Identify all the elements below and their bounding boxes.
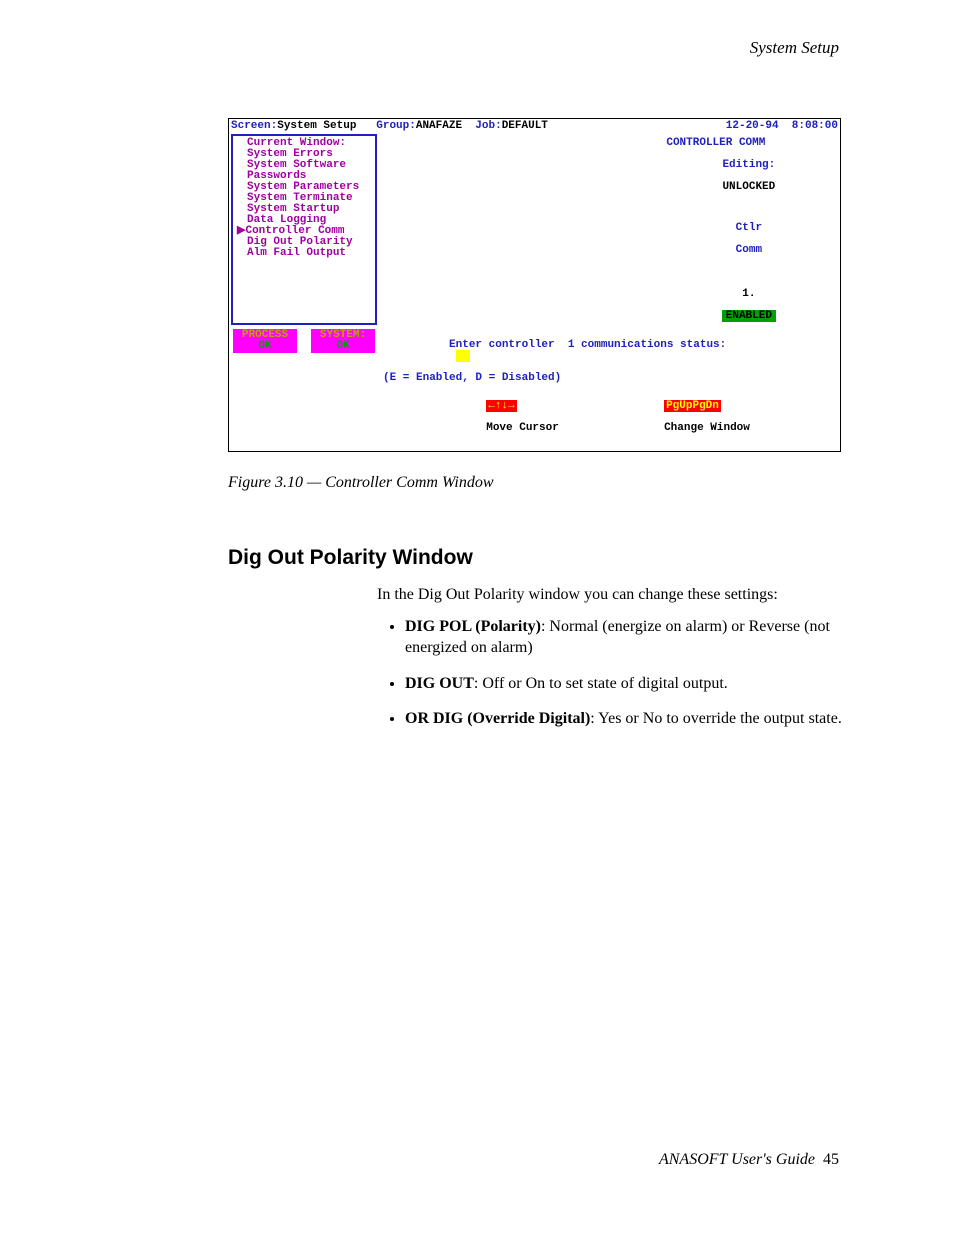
page-keys-label: Change Window [664, 422, 750, 434]
list-item: DIG POL (Polarity): Normal (energize on … [405, 616, 855, 659]
arrow-keys: ←↑↓→ [486, 400, 516, 412]
system-value: OK [311, 341, 375, 352]
editing-value: UNLOCKED [722, 181, 775, 193]
section-heading: Dig Out Polarity Window [228, 546, 839, 570]
page-header: System Setup [115, 38, 839, 58]
system-status: SYSTEM: OK [311, 329, 375, 353]
menu-item[interactable]: Alm Fail Output [247, 248, 371, 259]
prompt-line2: (E = Enabled, D = Disabled) [383, 373, 954, 384]
screen-label: Screen: [231, 121, 277, 132]
process-value: OK [233, 341, 297, 352]
row-value[interactable]: ENABLED [722, 310, 776, 322]
col-comm: Comm [736, 244, 762, 256]
date-value: 12-20-94 [726, 121, 779, 132]
list-item: OR DIG (Override Digital): Yes or No to … [405, 708, 855, 730]
list-item: DIG OUT: Off or On to set state of digit… [405, 673, 855, 695]
figure-label: Figure 3.10 [228, 474, 303, 491]
section-para: In the Dig Out Polarity window you can c… [377, 584, 847, 606]
settings-list: DIG POL (Polarity): Normal (energize on … [377, 616, 855, 730]
footer-book: ANASOFT User's Guide [659, 1151, 815, 1168]
figure-text: Controller Comm Window [325, 474, 493, 491]
time-value: 8:08:00 [792, 121, 838, 132]
process-status: PROCESS OK [233, 329, 297, 353]
prompt-area: Enter controller 1 communications status… [379, 329, 954, 451]
page-footer: ANASOFT User's Guide 45 [659, 1151, 839, 1169]
panel-title: CONTROLLER COMM [379, 138, 954, 149]
footer-page: 45 [823, 1151, 839, 1168]
arrow-keys-label: Move Cursor [486, 422, 559, 434]
screen-value: System Setup [277, 121, 356, 132]
terminal-topbar: Screen: System Setup Group: ANAFAZE Job:… [229, 119, 840, 134]
job-label: Job: [475, 121, 501, 132]
group-label: Group: [376, 121, 416, 132]
figure-caption: Figure 3.10 — Controller Comm Window [228, 474, 839, 492]
page-keys: PgUpPgDn [664, 400, 721, 412]
menu-box: Current Window: System ErrorsSystem Soft… [231, 134, 377, 325]
terminal-screenshot: Screen: System Setup Group: ANAFAZE Job:… [228, 118, 841, 452]
cursor[interactable] [456, 350, 471, 362]
center-panel: CONTROLLER COMM Editing: UNLOCKED Ctlr C… [379, 134, 954, 329]
prompt-line1: Enter controller 1 communications status… [449, 339, 726, 351]
group-value: ANAFAZE [416, 121, 462, 132]
job-value: DEFAULT [502, 121, 548, 132]
